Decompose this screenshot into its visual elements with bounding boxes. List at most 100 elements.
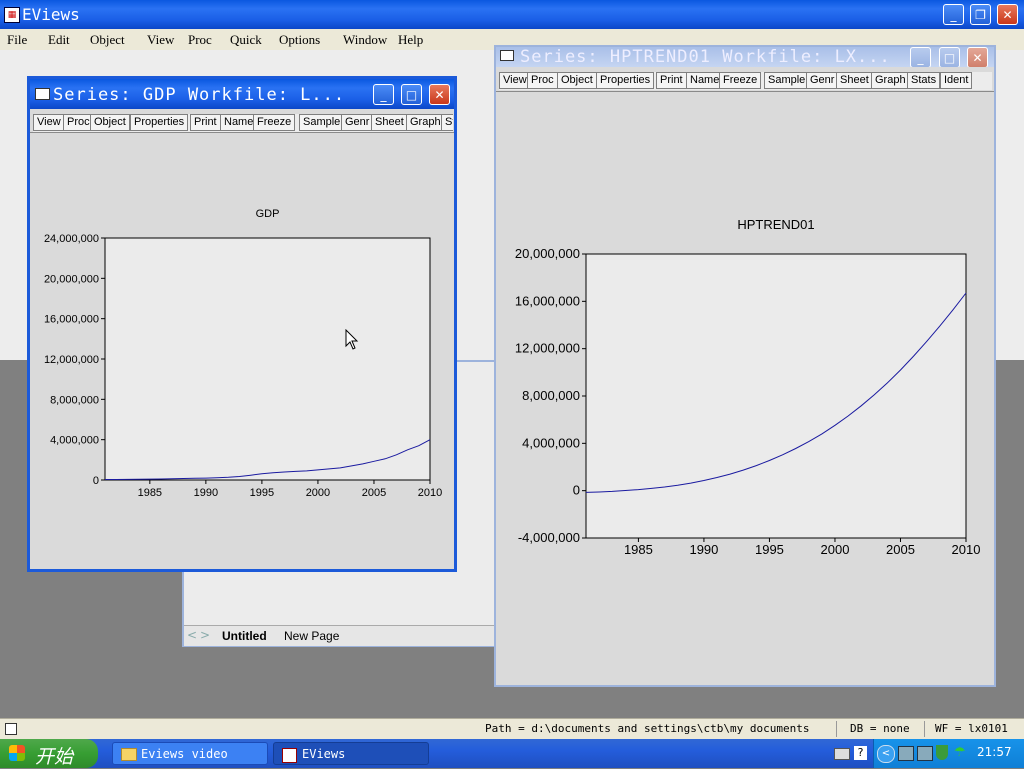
x-tick-label: 1995 <box>755 542 784 557</box>
minimize-icon[interactable]: _ <box>943 4 964 25</box>
btn-stats[interactable]: Stats <box>907 72 941 89</box>
menu-quick[interactable]: Quick <box>230 32 262 48</box>
hp-window-title: Series: HPTREND01 Workfile: LX... <box>520 47 891 67</box>
system-tray: ? < ☂ 21:57 <box>834 739 1024 768</box>
tab-new-page[interactable]: New Page <box>284 629 339 643</box>
btn-properties[interactable]: Properties <box>130 114 189 131</box>
keyboard-icon[interactable] <box>834 748 850 760</box>
app-title-bar[interactable]: ▦ EViews _ ❐ ✕ <box>0 0 1024 29</box>
y-tick-label: 4,000,000 <box>50 435 99 447</box>
y-tick-label: 4,000,000 <box>522 435 580 450</box>
btn-object[interactable]: Object <box>557 72 597 89</box>
btn-freeze[interactable]: Freeze <box>719 72 762 89</box>
status-checkbox[interactable] <box>5 723 17 735</box>
y-tick-label: 16,000,000 <box>44 314 99 326</box>
restore-icon[interactable]: ❐ <box>970 4 991 25</box>
btn-genr[interactable]: Genr <box>806 72 839 89</box>
btn-view[interactable]: View <box>33 114 65 131</box>
gdp-minimize-icon[interactable]: _ <box>373 84 394 105</box>
btn-sheet[interactable]: Sheet <box>371 114 408 131</box>
menu-file[interactable]: File <box>7 32 27 48</box>
x-tick-label: 2000 <box>306 487 330 499</box>
btn-sheet[interactable]: Sheet <box>836 72 873 89</box>
hp-title-bar[interactable]: Series: HPTREND01 Workfile: LX... _ □ ✕ <box>496 47 994 67</box>
btn-graph[interactable]: Graph <box>871 72 910 89</box>
y-tick-label: 12,000,000 <box>44 354 99 366</box>
x-tick-label: 2010 <box>952 542 981 557</box>
hp-maximize-icon[interactable]: □ <box>939 47 960 67</box>
y-tick-label: 24,000,000 <box>44 233 99 245</box>
taskbar-item-label: EViews <box>302 747 346 761</box>
gdp-chart: GDP 0 4,000,000 8,000,000 12,000,000 16,000,0… <box>44 208 442 499</box>
tray-expand-icon[interactable]: < <box>877 745 895 763</box>
btn-sample[interactable]: Sample <box>764 72 810 89</box>
x-tick-label: 1990 <box>194 487 218 499</box>
tab-untitled[interactable]: Untitled <box>222 629 267 643</box>
menu-object[interactable]: Object <box>90 32 125 48</box>
btn-view[interactable]: View <box>499 72 531 89</box>
hp-toolbar-divider <box>496 91 994 92</box>
status-bar: Path = d:\documents and settings\ctb\my … <box>0 718 1024 740</box>
btn-print[interactable]: Print <box>656 72 687 89</box>
taskbar-item-eviews-video[interactable]: Eviews video <box>112 742 268 765</box>
y-tick-label: 20,000,000 <box>515 246 580 261</box>
close-icon[interactable]: ✕ <box>997 4 1018 25</box>
tab-scroll-right-icon[interactable]: > <box>200 628 210 642</box>
menu-options[interactable]: Options <box>279 32 320 48</box>
mouse-cursor-icon <box>345 329 359 350</box>
btn-graph[interactable]: Graph <box>406 114 445 131</box>
start-button[interactable]: 开始 <box>0 739 98 768</box>
gdp-maximize-icon[interactable]: □ <box>401 84 422 105</box>
x-tick-label: 1990 <box>689 542 718 557</box>
eviews-app-icon <box>282 748 297 763</box>
btn-proc[interactable]: Proc <box>527 72 558 89</box>
chart-title: GDP <box>256 208 280 220</box>
gdp-toolbar: View Proc Object Properties Print Name F… <box>33 114 453 132</box>
hp-minimize-icon[interactable]: _ <box>910 47 931 67</box>
taskbar-item-eviews[interactable]: EViews <box>273 742 429 765</box>
workfile-tab-bar: < > Untitled New Page <box>184 625 494 646</box>
btn-ident[interactable]: Ident <box>940 72 973 89</box>
btn-freeze[interactable]: Freeze <box>253 114 296 131</box>
help-icon[interactable]: ? <box>854 746 867 760</box>
clock: 21:57 <box>977 745 1012 759</box>
plot-area <box>585 253 967 539</box>
menu-edit[interactable]: Edit <box>48 32 70 48</box>
window-icon[interactable] <box>500 50 514 61</box>
window-icon[interactable] <box>35 88 50 100</box>
start-label: 开始 <box>35 746 74 768</box>
tab-scroll-left-icon[interactable]: < <box>187 628 197 642</box>
app-icon[interactable]: ▦ <box>4 7 20 23</box>
menu-proc[interactable]: Proc <box>188 32 212 48</box>
gdp-window-title: Series: GDP Workfile: L... <box>53 85 346 105</box>
y-tick-label: 12,000,000 <box>515 341 580 356</box>
y-tick-label: 20,000,000 <box>44 273 99 285</box>
network-icon[interactable] <box>917 746 933 761</box>
hp-toolbar: View Proc Object Properties Print Name F… <box>499 72 992 90</box>
btn-stats[interactable]: St <box>441 114 453 131</box>
menu-window[interactable]: Window <box>343 32 387 48</box>
y-tick-label: -4,000,000 <box>518 530 580 545</box>
hp-chart: HPTREND01 -4,000,000 0 4,000,000 8,000,000 12… <box>515 217 981 557</box>
menu-view[interactable]: View <box>147 32 174 48</box>
gdp-title-bar[interactable]: Series: GDP Workfile: L... _ □ ✕ <box>30 79 454 109</box>
btn-object[interactable]: Object <box>90 114 130 131</box>
btn-print[interactable]: Print <box>190 114 221 131</box>
y-tick-label: 0 <box>573 483 580 498</box>
gdp-close-icon[interactable]: ✕ <box>429 84 450 105</box>
btn-name[interactable]: Name <box>220 114 258 131</box>
btn-genr[interactable]: Genr <box>341 114 374 131</box>
x-tick-label: 1985 <box>138 487 162 499</box>
plot-area <box>104 237 431 481</box>
btn-sample[interactable]: Sample <box>299 114 345 131</box>
network-icon[interactable] <box>898 746 914 761</box>
x-tick-label: 2005 <box>362 487 386 499</box>
y-tick-label: 8,000,000 <box>522 388 580 403</box>
menu-help[interactable]: Help <box>398 32 423 48</box>
umbrella-icon[interactable]: ☂ <box>954 745 968 760</box>
windows-logo-icon <box>9 745 25 761</box>
btn-name[interactable]: Name <box>686 72 724 89</box>
btn-properties[interactable]: Properties <box>596 72 655 89</box>
security-shield-icon[interactable] <box>936 745 948 760</box>
hp-close-icon[interactable]: ✕ <box>967 47 988 67</box>
